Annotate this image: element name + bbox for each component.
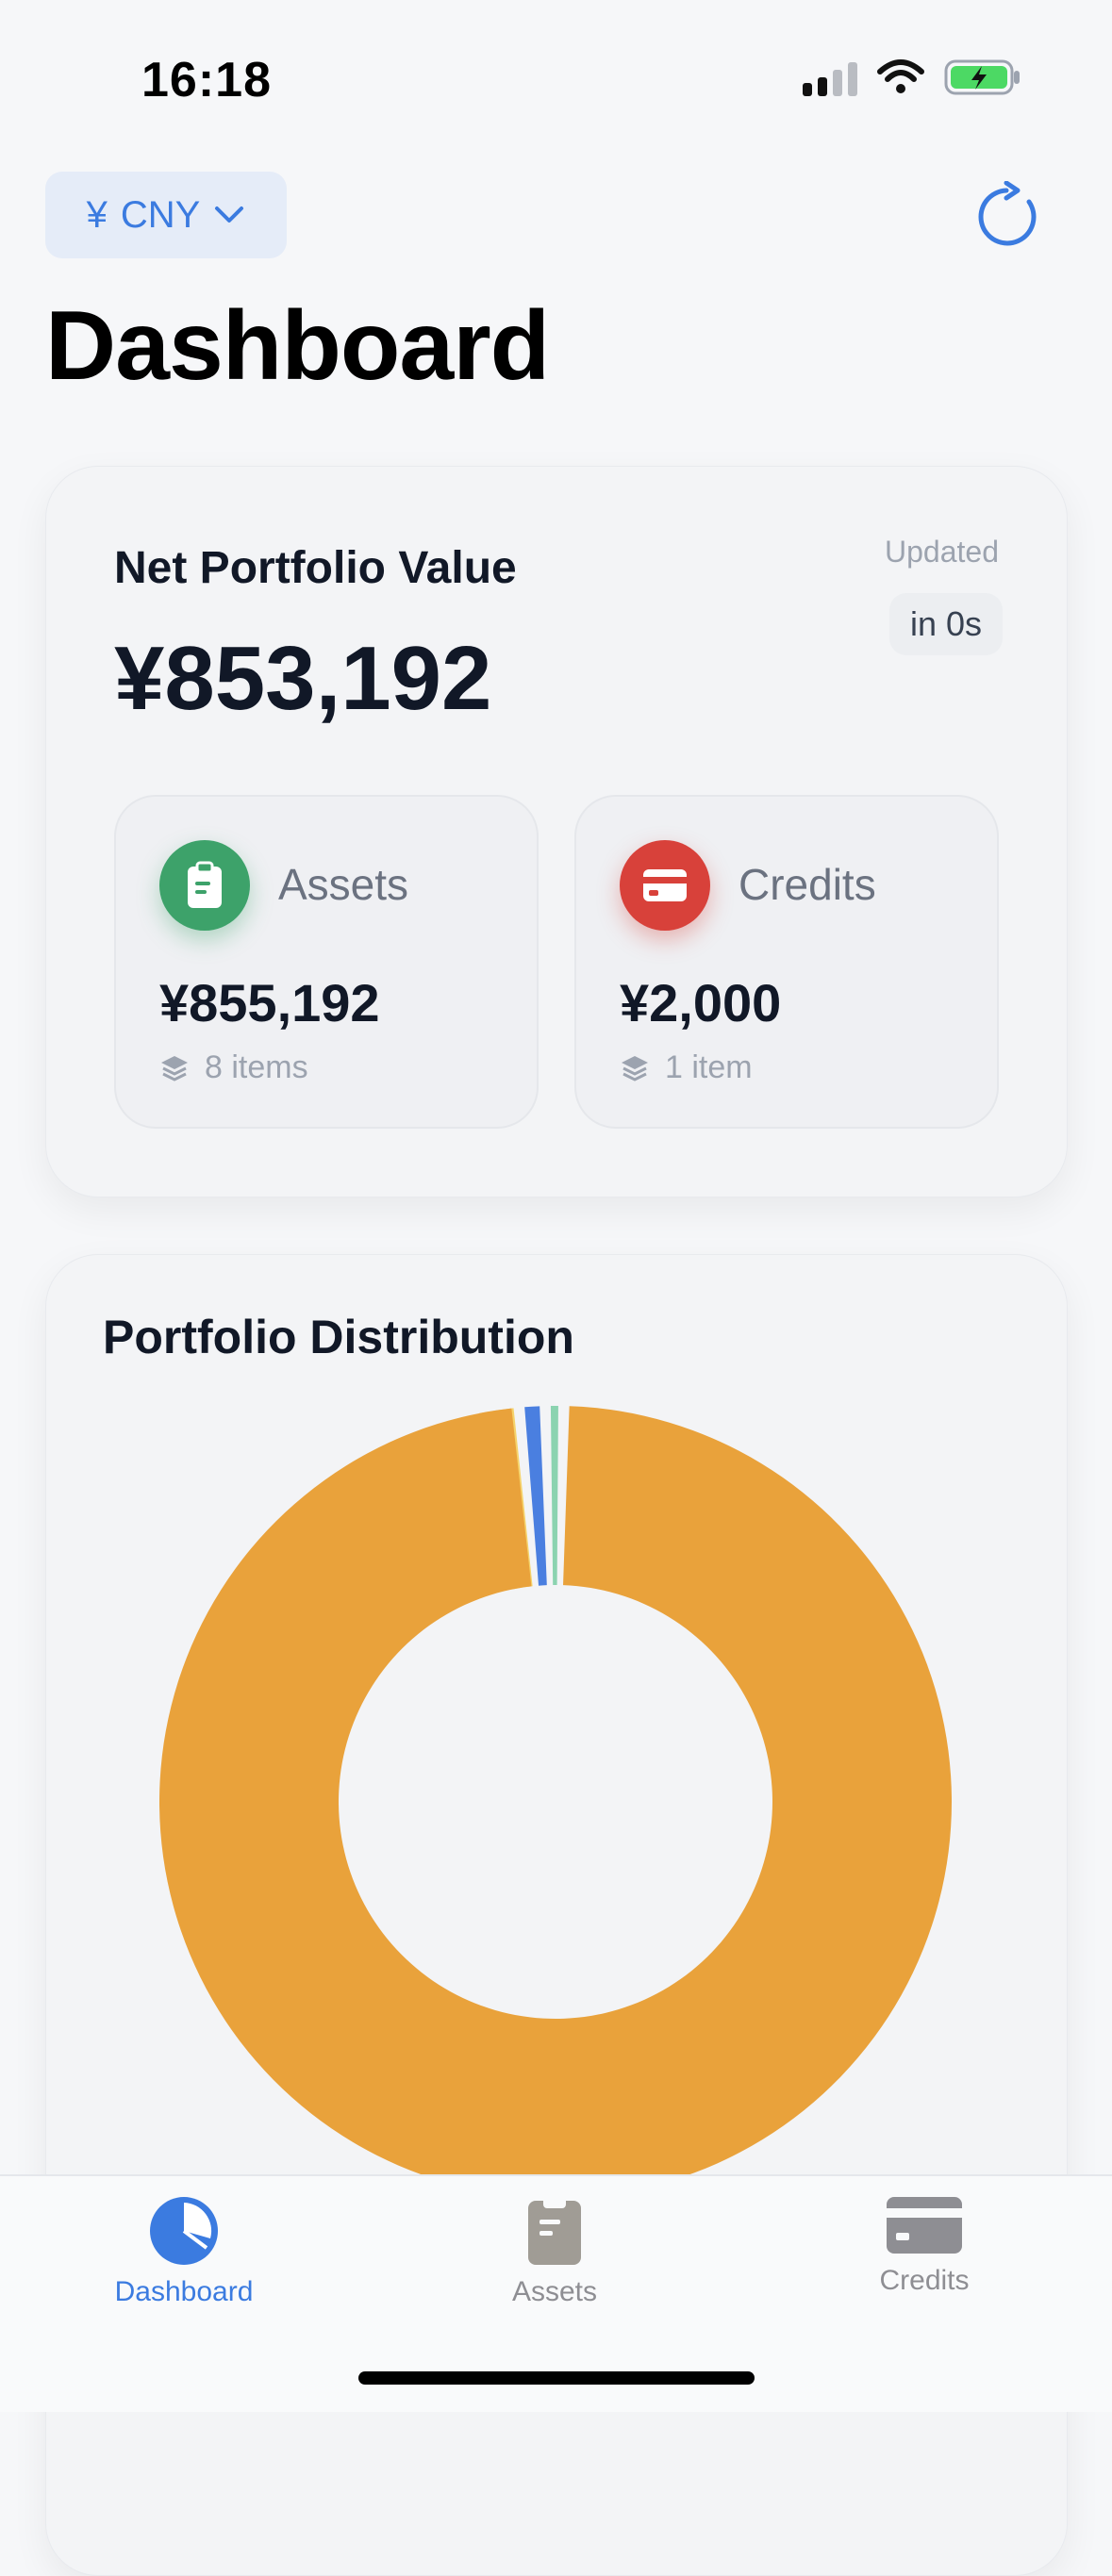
tab-dashboard-label: Dashboard <box>114 2276 254 2307</box>
credits-summary-card[interactable]: Credits ¥2,000 1 item <box>574 795 999 1129</box>
chevron-down-icon <box>215 206 244 223</box>
currency-symbol: ¥ <box>86 193 108 236</box>
donut-slice-4[interactable] <box>550 1406 558 1586</box>
tab-assets-label: Assets <box>511 2276 598 2307</box>
tab-assets[interactable]: Assets <box>432 2195 677 2308</box>
pie-chart-icon <box>150 2197 218 2265</box>
clipboard-icon <box>528 2195 581 2265</box>
net-portfolio-card: Net Portfolio Value ¥853,192 Updated in … <box>45 466 1068 1197</box>
clipboard-icon <box>159 840 250 931</box>
page-title: Dashboard <box>45 291 550 401</box>
credit-card-icon <box>887 2197 962 2254</box>
tab-credits-label: Credits <box>879 2265 970 2296</box>
distribution-title: Portfolio Distribution <box>103 1311 574 1363</box>
assets-summary-card[interactable]: Assets ¥855,192 8 items <box>114 795 539 1129</box>
assets-count: 8 items <box>159 1049 308 1086</box>
cellular-signal-icon <box>803 58 857 96</box>
currency-code: CNY <box>120 193 201 236</box>
credits-title: Credits <box>739 860 876 909</box>
status-time: 16:18 <box>141 53 272 107</box>
wifi-icon <box>877 59 924 93</box>
credits-count-text: 1 item <box>665 1049 753 1085</box>
battery-charging-icon <box>944 59 1020 95</box>
net-portfolio-value: ¥853,192 <box>114 628 492 729</box>
home-indicator <box>358 2371 755 2385</box>
status-icons <box>803 58 1021 96</box>
layers-icon <box>161 1055 188 1082</box>
layers-icon <box>622 1055 648 1082</box>
assets-value: ¥855,192 <box>159 973 380 1032</box>
tab-credits[interactable]: Credits <box>802 2195 1047 2297</box>
updated-label: Updated <box>885 535 999 569</box>
assets-count-text: 8 items <box>205 1049 308 1085</box>
refresh-icon[interactable] <box>974 181 1046 253</box>
net-portfolio-label: Net Portfolio Value <box>114 543 517 593</box>
tab-dashboard[interactable]: Dashboard <box>61 2195 307 2308</box>
credits-value: ¥2,000 <box>620 973 782 1032</box>
donut-chart[interactable] <box>159 1406 952 2198</box>
credits-count: 1 item <box>620 1049 753 1086</box>
credit-card-icon <box>620 840 710 931</box>
assets-title: Assets <box>278 860 409 909</box>
currency-selector[interactable]: ¥ CNY <box>45 172 287 258</box>
updated-badge: in 0s <box>888 593 1003 655</box>
